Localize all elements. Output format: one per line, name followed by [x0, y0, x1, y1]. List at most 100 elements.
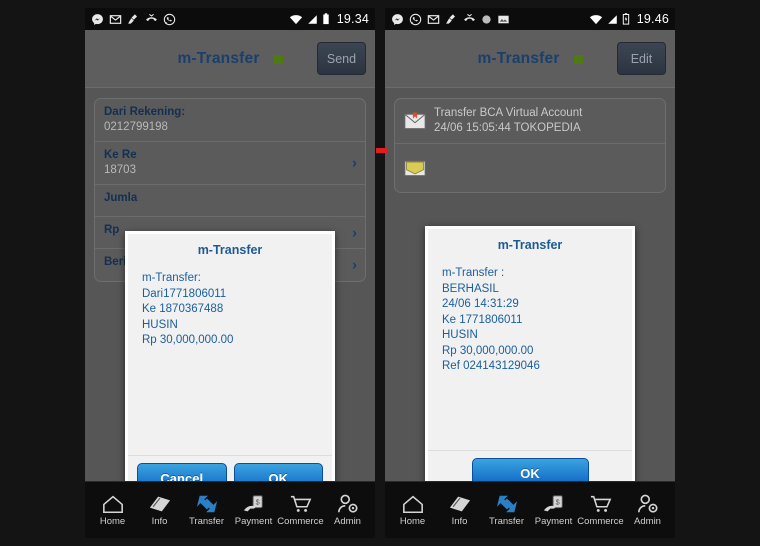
left-dialog-inner: m-Transfer m-Transfer: Dari1771806011 Ke… — [128, 234, 332, 503]
left-dialog-message: m-Transfer: Dari1771806011 Ke 1870367488… — [142, 272, 234, 346]
envelope-open-icon — [404, 160, 426, 177]
form-label: Ke Re — [104, 149, 137, 161]
form-row-ke-rekening[interactable]: Ke Re 18703 › — [95, 142, 365, 185]
left-dialog-title: m-Transfer — [197, 243, 263, 257]
nav-label: Payment — [534, 516, 573, 527]
nav-item-info[interactable]: Info — [136, 493, 183, 527]
nav-label: Info — [151, 516, 168, 527]
whatsapp-icon — [163, 13, 176, 25]
left-app-title: m-Transfer — [177, 49, 260, 67]
chevron-right-icon: › — [352, 256, 357, 274]
list-item-subtitle: 24/06 15:05:44 TOKOPEDIA — [434, 122, 581, 134]
chevron-right-icon: › — [352, 224, 357, 241]
gmail-icon — [427, 14, 440, 24]
right-status-system-icons: 19.46 — [589, 12, 669, 26]
nav-label: Admin — [634, 516, 661, 527]
transfer-arrows-icon — [496, 495, 517, 513]
nav-item-home[interactable]: Home — [89, 493, 136, 527]
form-label: Jumla — [104, 192, 138, 204]
user-gear-icon — [337, 494, 358, 513]
battery-icon — [323, 13, 329, 25]
svg-text:$: $ — [555, 497, 559, 506]
right-app-header: m-Transfer Edit — [385, 30, 675, 88]
screenshot-stage: 19.34 m-Transfer Send Dari Rekening: 021… — [0, 0, 760, 546]
list-item[interactable]: Transfer BCA Virtual Account 24/06 15:05… — [395, 99, 665, 144]
left-bottom-nav: Home Info Transfer $ Payment Commerce Ad… — [85, 481, 375, 538]
nav-item-admin[interactable]: Admin — [624, 493, 671, 527]
whatsapp-icon — [409, 13, 422, 25]
shopping-cart-icon — [590, 495, 611, 512]
list-item-title: Transfer BCA Virtual Account — [434, 107, 583, 119]
home-icon — [102, 495, 123, 514]
form-row-jumlah[interactable]: Jumla — [95, 185, 365, 217]
red-annotation-mark — [376, 148, 387, 153]
nav-item-payment[interactable]: $ Payment — [530, 493, 577, 527]
nav-label: Commerce — [577, 516, 624, 527]
left-content-area: Dari Rekening: 0212799198 Ke Re 18703 › … — [85, 88, 375, 506]
right-content-area: Transfer BCA Virtual Account 24/06 15:05… — [385, 88, 675, 501]
left-status-notification-icons — [91, 13, 176, 26]
circle-icon — [482, 14, 491, 24]
cleaner-icon — [446, 13, 456, 24]
hand-money-icon: $ — [243, 495, 263, 512]
send-button[interactable]: Send — [317, 42, 366, 75]
nav-item-transfer[interactable]: Transfer — [483, 493, 530, 527]
battery-icon — [622, 13, 629, 25]
wifi-icon — [589, 14, 602, 24]
left-status-system-icons: 19.34 — [289, 12, 369, 26]
nav-label: Payment — [234, 516, 273, 527]
nav-label: Home — [399, 516, 426, 527]
list-item-text: Transfer BCA Virtual Account 24/06 15:05… — [434, 106, 582, 136]
right-status-clock: 19.46 — [636, 12, 669, 26]
nav-item-payment[interactable]: $ Payment — [230, 493, 277, 527]
chevron-right-icon: › — [352, 154, 357, 172]
nav-item-transfer[interactable]: Transfer — [183, 493, 230, 527]
right-bottom-nav: Home Info Transfer $ Payment Commerce Ad… — [385, 481, 675, 538]
connection-status-indicator — [273, 55, 283, 64]
form-label: Dari Rekening: — [104, 106, 186, 118]
missed-call-icon — [464, 13, 475, 21]
form-value: 0212799198 — [104, 121, 168, 133]
left-status-bar: 19.34 — [85, 8, 375, 30]
inbox-list-card: Transfer BCA Virtual Account 24/06 15:05… — [394, 98, 666, 193]
cellular-signal-icon — [607, 14, 617, 24]
right-result-dialog: m-Transfer m-Transfer : BERHASIL 24/06 1… — [425, 226, 635, 501]
nav-label: Home — [99, 516, 126, 527]
list-item[interactable] — [395, 144, 665, 192]
connection-status-indicator — [573, 55, 583, 64]
cellular-signal-icon — [307, 14, 317, 24]
nav-item-info[interactable]: Info — [436, 493, 483, 527]
nav-label: Info — [451, 516, 468, 527]
book-icon — [449, 496, 470, 512]
home-icon — [402, 495, 423, 514]
messenger-icon — [392, 13, 403, 25]
right-dialog-inner: m-Transfer m-Transfer : BERHASIL 24/06 1… — [428, 229, 632, 498]
transfer-arrows-icon — [196, 495, 217, 513]
nav-item-admin[interactable]: Admin — [324, 493, 371, 527]
book-icon — [149, 496, 170, 512]
envelope-closed-icon — [404, 112, 426, 130]
left-app-header: m-Transfer Send — [85, 30, 375, 88]
nav-label: Transfer — [188, 516, 225, 527]
svg-text:$: $ — [255, 497, 259, 506]
missed-call-icon — [146, 13, 157, 21]
left-confirm-dialog: m-Transfer m-Transfer: Dari1771806011 Ke… — [125, 231, 335, 506]
edit-button[interactable]: Edit — [617, 42, 666, 75]
nav-item-commerce[interactable]: Commerce — [277, 493, 324, 527]
gmail-icon — [109, 14, 122, 24]
wifi-icon — [289, 14, 302, 24]
right-dialog-message: m-Transfer : BERHASIL 24/06 14:31:29 Ke … — [442, 267, 540, 372]
right-status-notification-icons — [391, 13, 510, 26]
nav-label: Transfer — [488, 516, 525, 527]
left-status-clock: 19.34 — [336, 12, 369, 26]
right-status-bar: 19.46 — [385, 8, 675, 30]
nav-item-home[interactable]: Home — [389, 493, 436, 527]
shopping-cart-icon — [290, 495, 311, 512]
hand-money-icon: $ — [543, 495, 563, 512]
form-row-dari-rekening[interactable]: Dari Rekening: 0212799198 — [95, 99, 365, 142]
right-phone-panel: 19.46 m-Transfer Edit Transfer BCA Virtu… — [385, 8, 675, 538]
right-dialog-title: m-Transfer — [497, 238, 563, 252]
nav-label: Admin — [334, 516, 361, 527]
nav-item-commerce[interactable]: Commerce — [577, 493, 624, 527]
photo-icon — [498, 15, 509, 23]
